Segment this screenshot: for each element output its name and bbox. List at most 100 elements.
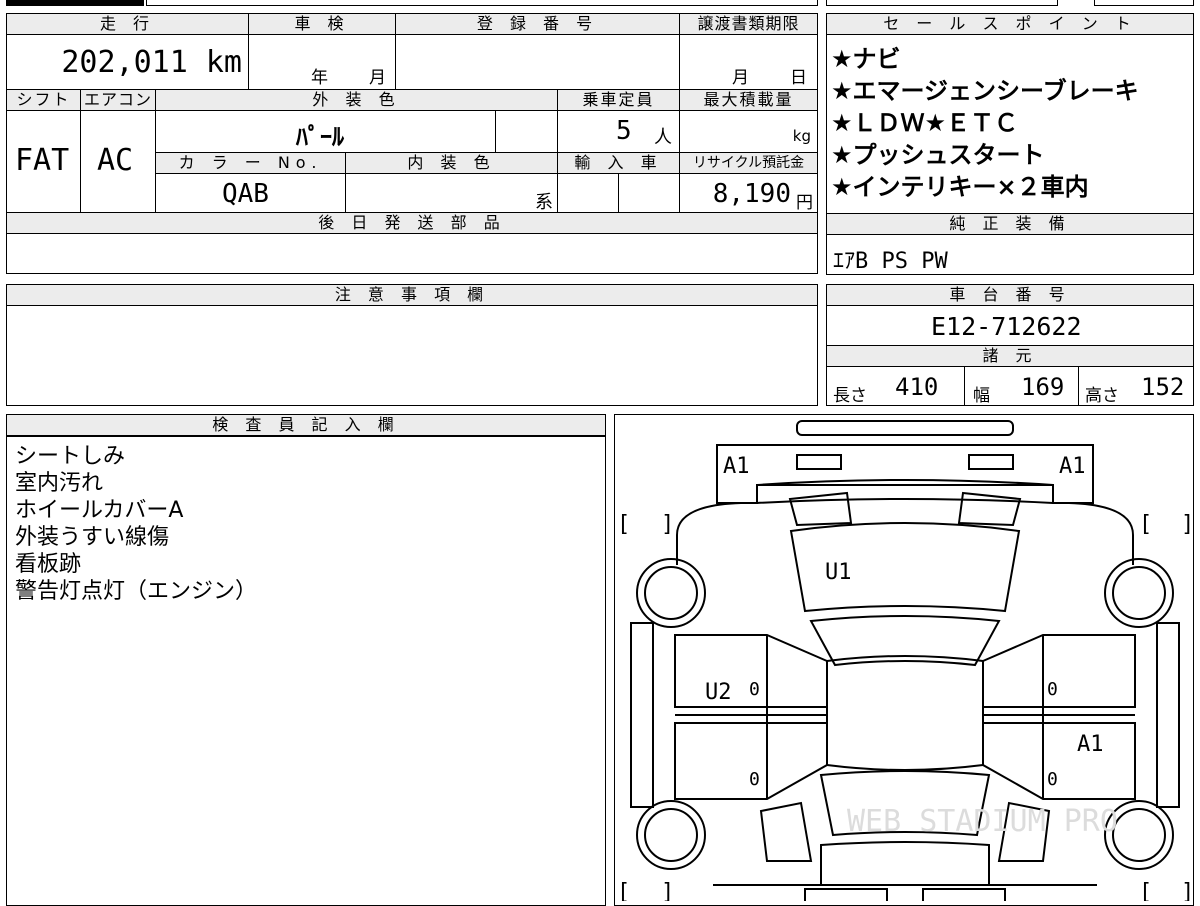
- shaken-cell: 年 月: [248, 34, 396, 90]
- max-load-header: 最大積載量: [679, 89, 818, 111]
- front-left-wheel-inner: [644, 566, 698, 620]
- max-load-cell: kg: [679, 110, 818, 153]
- standard-equipment-value: ｴｱB PS PW: [833, 249, 948, 274]
- aircon-header: エアコン: [80, 89, 156, 111]
- inspector-note: 室内汚れ: [15, 471, 104, 496]
- capacity-unit: 人: [654, 127, 672, 148]
- right-headlight: [968, 454, 1014, 470]
- shift-value: FAT: [15, 143, 70, 178]
- specs-width-cell: 幅 169: [964, 366, 1079, 406]
- import-cell: [557, 173, 619, 213]
- body-right-side: [1068, 502, 1134, 565]
- sales-point-item: ★ＬＤＷ★ＥＴＣ: [831, 109, 1019, 137]
- front-bumper: [716, 444, 1094, 504]
- damage-mark-front-left: A1: [723, 454, 750, 479]
- zero-mark: 0: [749, 679, 760, 700]
- front-left-wheel: [636, 558, 706, 628]
- right-rear-door: [982, 722, 1136, 800]
- standard-equipment-cell: ｴｱB PS PW: [826, 234, 1194, 275]
- bracket-mark: [: [617, 512, 630, 537]
- top-strip-cell-right: [826, 0, 1058, 6]
- interior-color-suffix: 系: [535, 192, 553, 213]
- sales-point-item: ★プッシュスタート: [831, 141, 1045, 169]
- sales-points-header: セ ー ル ス ポ イ ン ト: [826, 13, 1194, 35]
- caution-header: 注 意 事 項 欄: [6, 284, 818, 306]
- damage-mark-front-right: A1: [1059, 454, 1086, 479]
- mileage-cell: 202,011 km: [6, 34, 249, 90]
- zero-mark: 0: [749, 769, 760, 790]
- front-right-wheel-inner: [1112, 566, 1166, 620]
- hood: [756, 479, 1054, 505]
- transfer-deadline-header: 譲渡書類期限: [679, 13, 818, 35]
- transfer-day-unit: 日: [790, 68, 807, 88]
- rear-bumper-left: [804, 888, 888, 901]
- sales-point-item: ★ナビ: [831, 45, 901, 73]
- mileage-header: 走 行: [6, 13, 249, 35]
- cabin-center: [826, 655, 984, 771]
- import-sub-cell: [618, 173, 680, 213]
- exterior-color-value: ﾊﾟｰﾙ: [296, 123, 344, 151]
- left-headlight: [796, 454, 842, 470]
- inspector-note: 看板跡: [15, 552, 82, 577]
- bracket-mark: [: [1139, 880, 1152, 901]
- transfer-month-unit: 月: [732, 68, 749, 88]
- specs-height-cell: 高さ 152: [1078, 366, 1194, 406]
- specs-width-value: 169: [1021, 373, 1065, 401]
- inspector-note: ホイールカバーA: [15, 498, 184, 523]
- later-parts-cell: [6, 233, 818, 274]
- chassis-value: E12-712622: [931, 312, 1082, 341]
- mileage-value: 202,011 km: [61, 45, 242, 80]
- car-diagram-frame: [ ] [ ] [ ] [ ] A1 A1 U1 U2 A1 0 0 0 0 W…: [614, 414, 1194, 906]
- inspector-note: シートしみ: [15, 444, 126, 469]
- specs-length-cell: 長さ 410: [826, 366, 965, 406]
- roof: [809, 615, 1001, 667]
- specs-height-value: 152: [1141, 373, 1185, 401]
- shift-cell: FAT: [6, 110, 81, 213]
- zero-mark: 0: [1047, 769, 1058, 790]
- caution-cell: [6, 305, 818, 406]
- color-no-header: カ ラ ー No.: [155, 152, 346, 174]
- right-sill: [1156, 622, 1180, 808]
- specs-height-label: 高さ: [1085, 386, 1119, 406]
- shaken-month-unit: 月: [369, 68, 386, 88]
- specs-width-label: 幅: [973, 386, 990, 406]
- top-strip-cell: [146, 0, 818, 6]
- import-header: 輸 入 車: [557, 152, 680, 174]
- wiper-left: [788, 491, 853, 527]
- capacity-header: 乗車定員: [557, 89, 680, 111]
- specs-header: 諸 元: [826, 345, 1194, 367]
- damage-mark-roof: U1: [825, 560, 852, 585]
- interior-color-header: 内 装 色: [345, 152, 558, 174]
- shift-header: シフト: [6, 89, 81, 111]
- chassis-cell: E12-712622: [826, 305, 1194, 346]
- front-bumper-strip: [796, 420, 1014, 436]
- trunk: [820, 841, 990, 886]
- bracket-mark: [: [1139, 512, 1152, 537]
- rear-left-wheel: [636, 800, 706, 870]
- specs-length-label: 長さ: [833, 386, 867, 406]
- inspector-cell: シートしみ 室内汚れ ホイールカバーA 外装うすい線傷 看板跡 警告灯点灯（エン…: [6, 436, 606, 906]
- recycle-cell: 8,190 円: [679, 173, 818, 213]
- inspector-note: 警告灯点灯（エンジン）: [15, 579, 258, 604]
- zero-mark: 0: [1047, 679, 1058, 700]
- registration-cell: [395, 34, 680, 90]
- damage-mark-left-front-door: U2: [705, 680, 732, 705]
- max-load-unit: kg: [792, 127, 811, 145]
- recycle-unit: 円: [796, 193, 813, 213]
- left-sill: [630, 622, 654, 808]
- recycle-header: リサイクル預託金: [679, 152, 818, 174]
- top-strip-black: [6, 0, 144, 6]
- rear-left-wheel-inner: [644, 808, 698, 862]
- shaken-header: 車 検: [248, 13, 396, 35]
- rear-right-wheel-inner: [1112, 808, 1166, 862]
- inspector-note: 外装うすい線傷: [15, 525, 170, 550]
- exterior-color-header: 外 装 色: [155, 89, 558, 111]
- aircon-value: AC: [97, 143, 134, 178]
- inspector-header: 検 査 員 記 入 欄: [6, 414, 606, 436]
- body-left-side: [676, 502, 742, 565]
- top-strip-cell-far: [1094, 0, 1194, 6]
- sales-point-item: ★インテリキー×２車内: [831, 173, 1089, 201]
- car-diagram: [ ] [ ] [ ] [ ] A1 A1 U1 U2 A1 0 0 0 0 W…: [617, 420, 1194, 901]
- bracket-mark: ]: [661, 512, 674, 537]
- bracket-mark: ]: [1181, 512, 1194, 537]
